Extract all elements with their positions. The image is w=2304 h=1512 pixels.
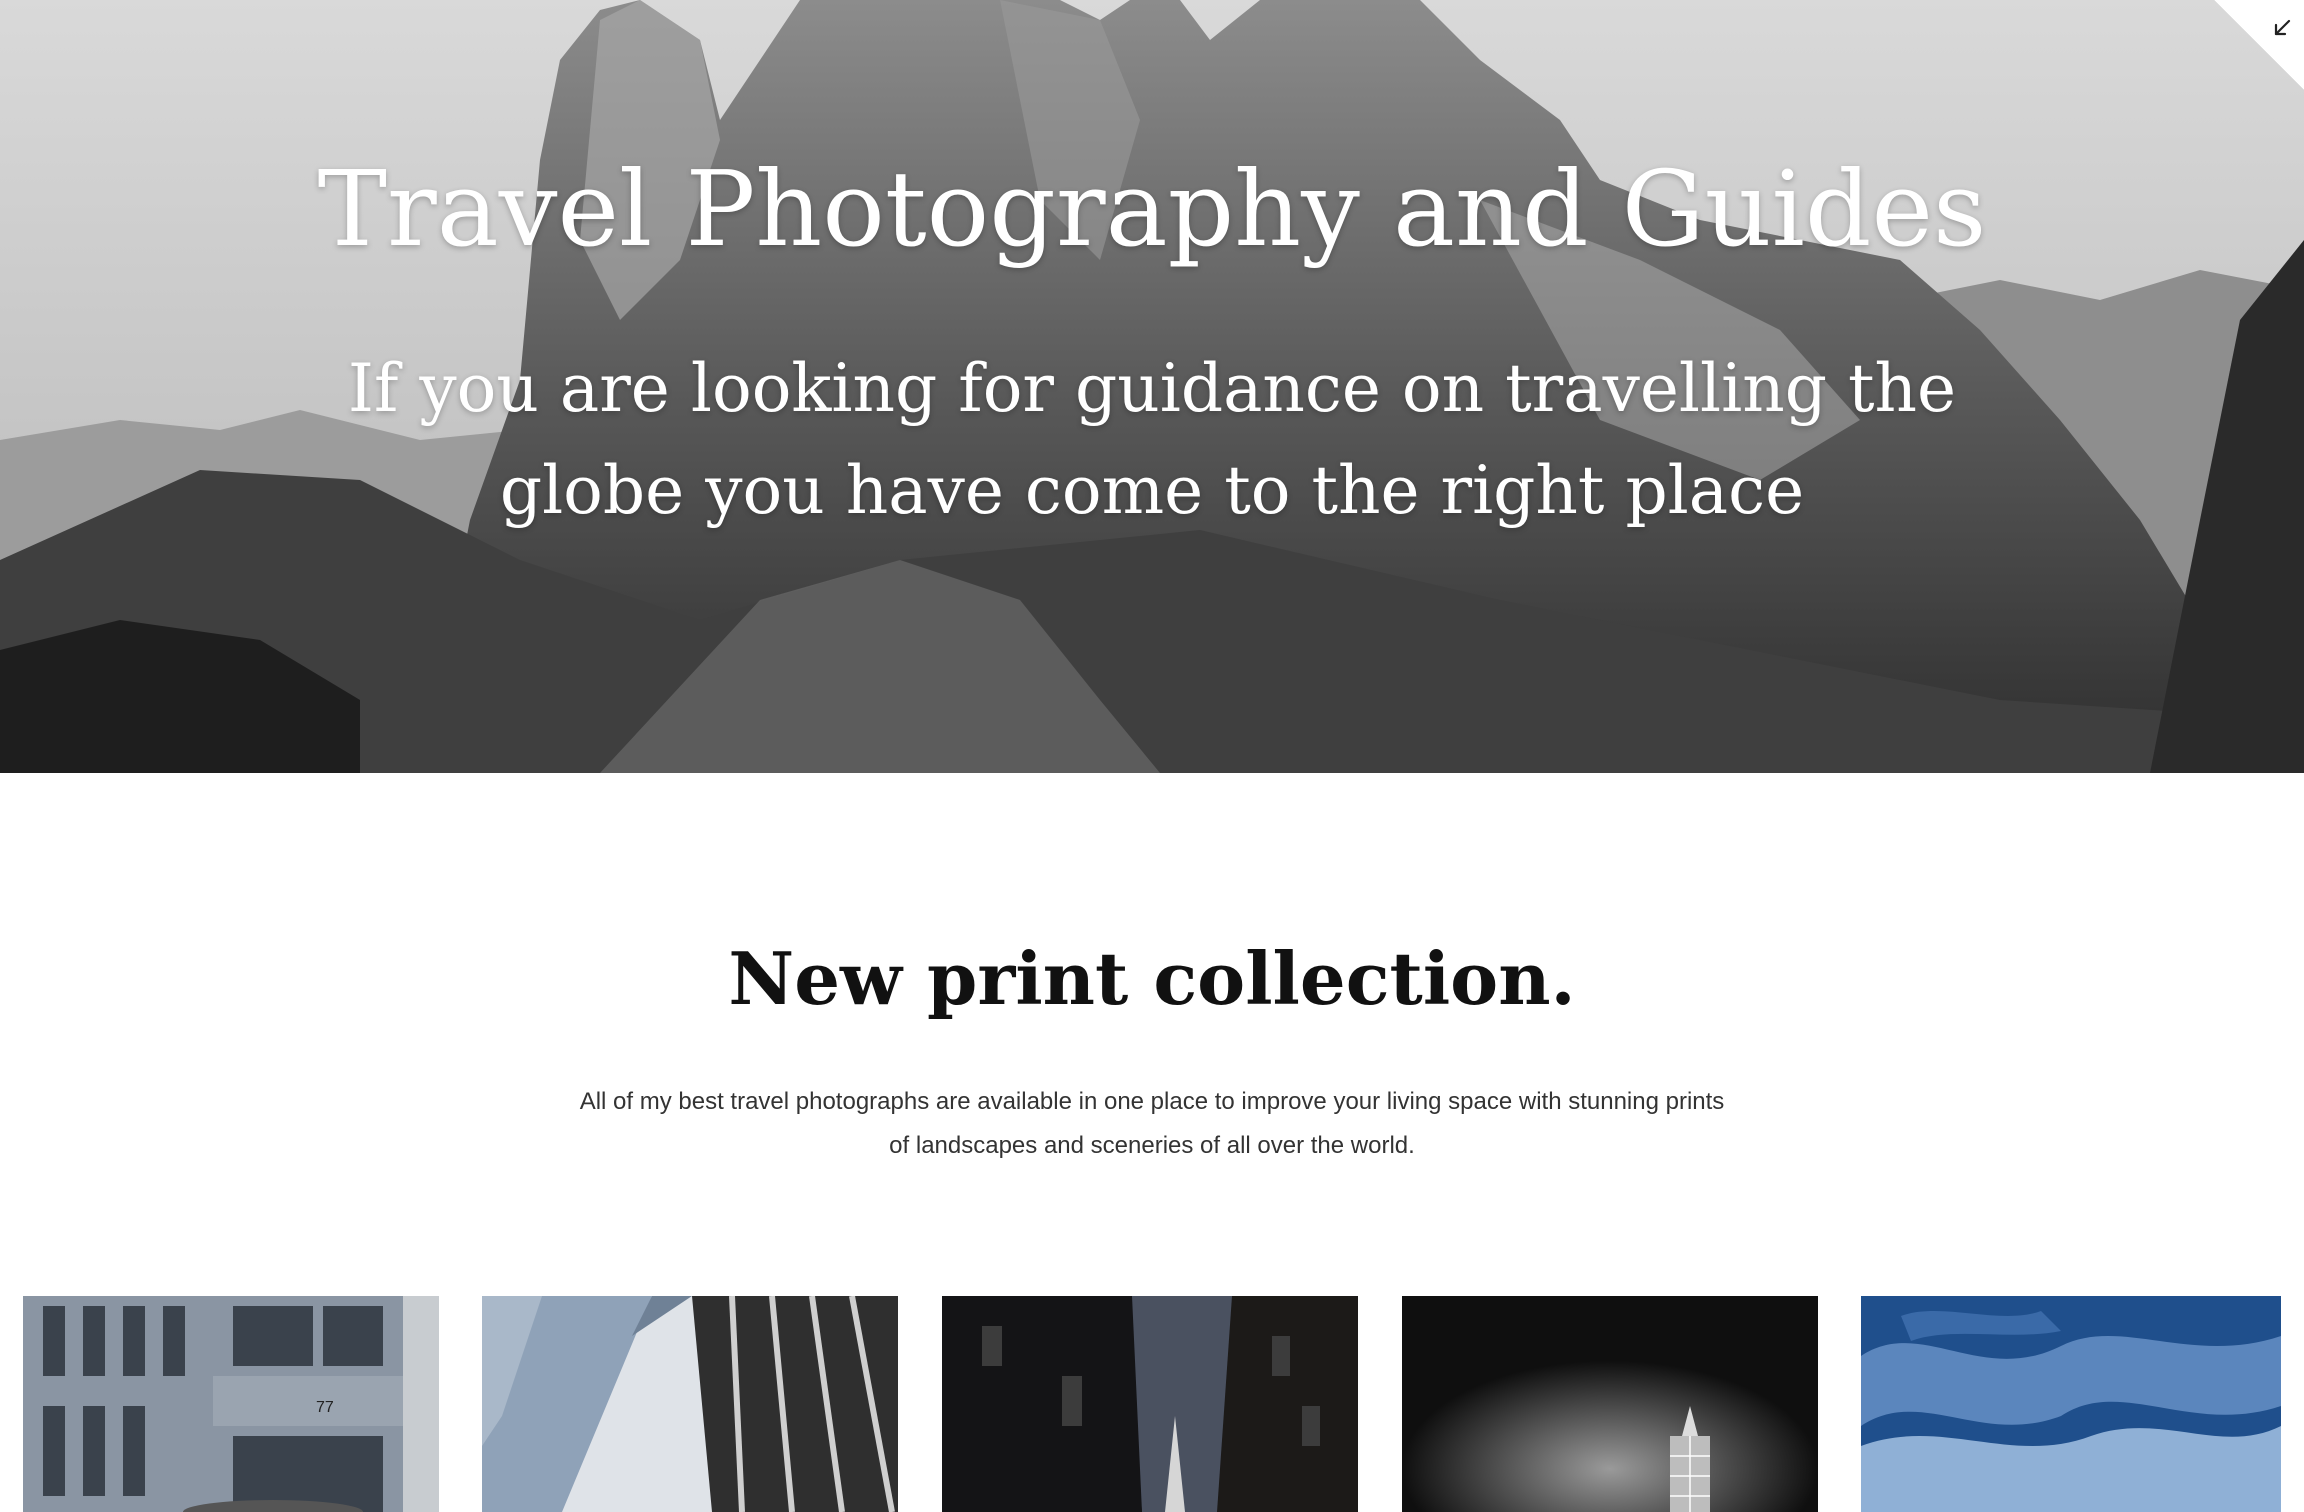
- print-card-tower[interactable]: [1402, 1296, 1818, 1512]
- hero-banner: Travel Photography and Guides If you are…: [0, 0, 2304, 773]
- arrow-down-left-icon: [2274, 19, 2291, 36]
- corner-collapse-button[interactable]: [2214, 0, 2304, 90]
- hero-subtitle: If you are looking for guidance on trave…: [347, 350, 1957, 529]
- print-card-alley[interactable]: [942, 1296, 1358, 1512]
- hero-title: Travel Photography and Guides: [317, 148, 1987, 270]
- hero-text-overlay: Travel Photography and Guides If you are…: [0, 0, 2304, 773]
- print-card-building[interactable]: 77: [23, 1296, 439, 1512]
- print-grid: 77: [0, 1296, 2304, 1512]
- glass-skyscrapers-image: [482, 1296, 898, 1512]
- illuminated-tower-image: [1402, 1296, 1818, 1512]
- collection-title: New print collection.: [728, 936, 1576, 1021]
- dark-alley-image: [942, 1296, 1358, 1512]
- building-number: 77: [316, 1399, 334, 1416]
- print-card-sky[interactable]: [1861, 1296, 2281, 1512]
- building-facade-image: 77: [23, 1296, 439, 1512]
- collection-description: All of my best travel photographs are av…: [579, 1088, 1725, 1159]
- blue-cloudy-sky-image: [1861, 1296, 2281, 1512]
- print-card-skyscrapers[interactable]: [482, 1296, 898, 1512]
